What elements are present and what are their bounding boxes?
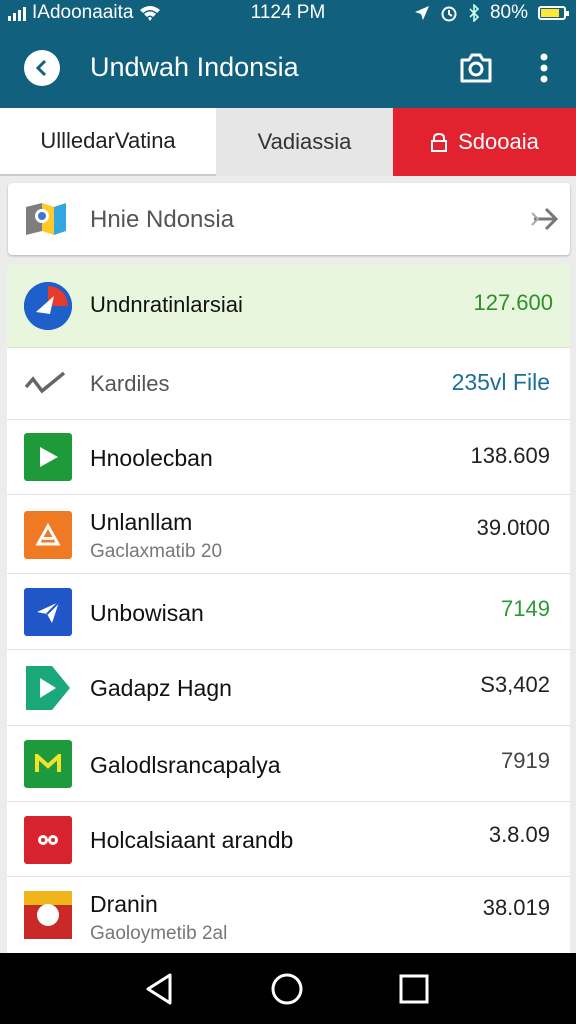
- app-bar: Undwah Indonsia: [0, 26, 576, 108]
- app-title: Undwah Indonsia: [90, 52, 299, 82]
- compass-icon: [24, 282, 72, 330]
- home-circle-icon[interactable]: [269, 971, 305, 1007]
- tab-3[interactable]: Sdooaia: [393, 108, 576, 176]
- item-subtitle: Gaoloymetib 2al: [90, 923, 228, 944]
- back-icon[interactable]: [24, 50, 60, 86]
- recents-square-icon[interactable]: [396, 971, 432, 1007]
- list-item[interactable]: Dranin Gaoloymetib 2al 38.019: [7, 877, 570, 953]
- paper-plane-icon: [24, 588, 72, 636]
- list-item[interactable]: Unbowisan 7149: [7, 574, 570, 650]
- list-item[interactable]: Gadapz Hagn S3,402: [7, 650, 570, 726]
- item-value: 3.8.09: [488, 822, 550, 847]
- list-item[interactable]: Galodlsrancapalya 7919: [7, 726, 570, 802]
- item-name: Unlanllam: [90, 509, 193, 535]
- clock: 1124 PM: [250, 2, 326, 23]
- battery-percent: 80%: [489, 2, 528, 23]
- tab-label: UllledarVatina: [40, 128, 176, 153]
- back-triangle-icon[interactable]: [142, 971, 178, 1007]
- files-row[interactable]: Kardiles 235vl File: [7, 347, 570, 420]
- tab-label: Sdooaia: [458, 129, 539, 154]
- item-value: 38.019: [482, 895, 550, 920]
- status-bar: IAdoonaaita 1124 PM 80%: [0, 0, 576, 26]
- item-name: Galodlsrancapalya: [90, 752, 281, 778]
- disc-icon: [24, 891, 72, 939]
- item-name: Dranin: [90, 891, 158, 917]
- m-logo-icon: [24, 740, 72, 788]
- alarm-icon: [441, 6, 457, 22]
- camera-icon[interactable]: [458, 50, 494, 86]
- check-chevron-icon: [24, 371, 66, 394]
- featured-value: 127.600: [473, 290, 553, 315]
- item-value: S3,402: [480, 672, 550, 697]
- forward-arrow-icon[interactable]: [530, 205, 560, 233]
- files-name: Kardiles: [90, 371, 170, 396]
- more-vert-icon[interactable]: [532, 48, 556, 88]
- item-name: Hnoolecban: [90, 445, 213, 471]
- featured-name: Undnratinlarsiai: [90, 292, 243, 317]
- list-item[interactable]: Hnoolecban 138.609: [7, 419, 570, 495]
- tab-1[interactable]: UllledarVatina: [0, 108, 216, 176]
- lock-icon: [431, 132, 448, 152]
- tab-label: Vadiassia: [257, 129, 352, 154]
- item-name: Holcalsiaant arandb: [90, 827, 294, 853]
- tab-2[interactable]: Vadiassia: [216, 108, 393, 176]
- item-subtitle: Gaclaxmatib 20: [90, 541, 223, 562]
- item-name: Gadapz Hagn: [90, 675, 232, 701]
- item-value: 7919: [501, 748, 550, 773]
- system-nav-bar: [0, 953, 576, 1024]
- item-value: 39.0t00: [476, 515, 550, 540]
- search-label: Hnie Ndonsia: [90, 206, 235, 233]
- list-item[interactable]: Unlanllam Gaclaxmatib 20 39.0t00: [7, 495, 570, 574]
- app-list: Undnratinlarsiai 127.600 Kardiles 235vl …: [7, 265, 570, 953]
- battery-icon: [538, 6, 569, 20]
- list-item[interactable]: Holcalsiaant arandb 3.8.09: [7, 802, 570, 877]
- location-icon: [414, 6, 429, 20]
- play-arrow-icon: [24, 664, 72, 712]
- tab-bar: UllledarVatina Vadiassia Sdooaia: [0, 108, 576, 176]
- play-store-icon: [24, 433, 72, 481]
- maps-logo-icon: [26, 203, 66, 235]
- featured-row[interactable]: Undnratinlarsiai 127.600: [7, 265, 570, 348]
- item-value: 7149: [501, 596, 550, 621]
- bluetooth-icon: [469, 4, 480, 22]
- files-value: 235vl File: [451, 369, 550, 395]
- item-value: 138.609: [470, 443, 550, 468]
- phone-screen: IAdoonaaita 1124 PM 80% Undwah Indonsia …: [0, 0, 576, 1024]
- record-icon: [24, 816, 72, 864]
- warning-triangle-icon: [24, 511, 72, 559]
- search-card[interactable]: Hnie Ndonsia: [8, 183, 570, 255]
- item-name: Unbowisan: [90, 600, 204, 626]
